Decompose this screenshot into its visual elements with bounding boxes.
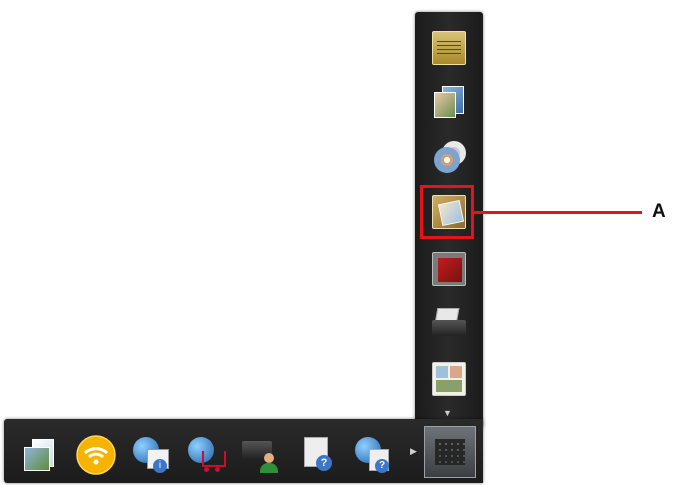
online-shop-icon[interactable] [184,433,228,477]
printer-scanner-icon[interactable] [428,302,470,344]
highlight-frame [420,185,474,239]
web-info-icon[interactable]: i [129,433,173,477]
scan-documents-icon[interactable] [20,433,64,477]
scroll-right-arrow-icon[interactable]: ▶ [410,446,417,457]
web-help-icon[interactable]: ? [351,433,395,477]
photo-print-icon[interactable] [428,248,470,290]
disc-label-icon[interactable] [428,135,470,177]
all-apps-grid-button[interactable] [424,426,476,478]
scroll-down-arrow-icon[interactable]: ▼ [443,408,452,418]
photo-collage-icon[interactable] [428,358,470,400]
callout-label: A [652,201,666,222]
wireless-connection-icon[interactable] [74,433,118,477]
printer-user-icon[interactable] [240,433,284,477]
help-document-icon[interactable]: ? [296,433,340,477]
callout-line [474,211,642,214]
creative-park-premium-icon[interactable] [428,27,470,69]
photo-layout-icon[interactable] [428,80,470,122]
grid-icon [435,439,465,465]
